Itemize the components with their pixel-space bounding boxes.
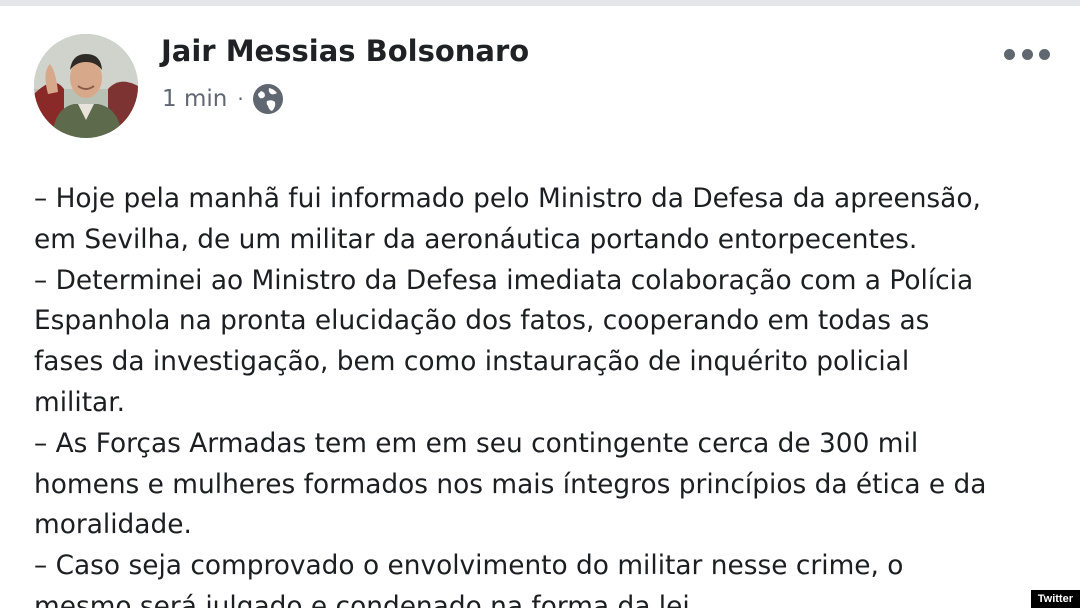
source-watermark: Twitter: [1030, 590, 1080, 608]
avatar[interactable]: [34, 34, 138, 138]
post-text-line: Espanhola na pronta elucidação dos fatos…: [34, 305, 930, 337]
more-dot: [1021, 48, 1033, 60]
post-text-line: homens e mulheres formados nos mais ínte…: [34, 468, 987, 500]
post-text-line: – Determinei ao Ministro da Defesa imedi…: [34, 264, 974, 296]
top-divider: [0, 0, 1080, 6]
post-text-line: militar.: [34, 386, 126, 418]
more-options-icon[interactable]: [1004, 40, 1050, 68]
post-text-line: – Caso seja comprovado o envolvimento do…: [34, 550, 904, 582]
post-text-line: – As Forças Armadas tem em em seu contin…: [34, 427, 919, 459]
more-dot: [1004, 48, 1015, 60]
post-body: – Hoje pela manhã fui informado pelo Min…: [34, 179, 1070, 608]
globe-icon[interactable]: [252, 83, 284, 115]
post-text-line: – Hoje pela manhã fui informado pelo Min…: [34, 183, 981, 214]
post-text-line: fases da investigação, bem como instaura…: [34, 346, 910, 378]
post-meta: 1 min ·: [162, 82, 284, 116]
more-dot: [1039, 48, 1050, 60]
meta-separator: ·: [237, 87, 244, 111]
avatar-photo: [34, 34, 138, 138]
post-timestamp[interactable]: 1 min: [162, 86, 227, 112]
facebook-post-card: Jair Messias Bolsonaro 1 min · – Hoje pe…: [0, 0, 1080, 608]
post-text-line: mesmo será julgado e condenado na forma …: [34, 590, 699, 608]
post-text-line: moralidade.: [34, 509, 192, 541]
author-name[interactable]: Jair Messias Bolsonaro: [161, 34, 529, 68]
post-text-line: em Sevilha, de um militar da aeronáutica…: [34, 223, 918, 255]
